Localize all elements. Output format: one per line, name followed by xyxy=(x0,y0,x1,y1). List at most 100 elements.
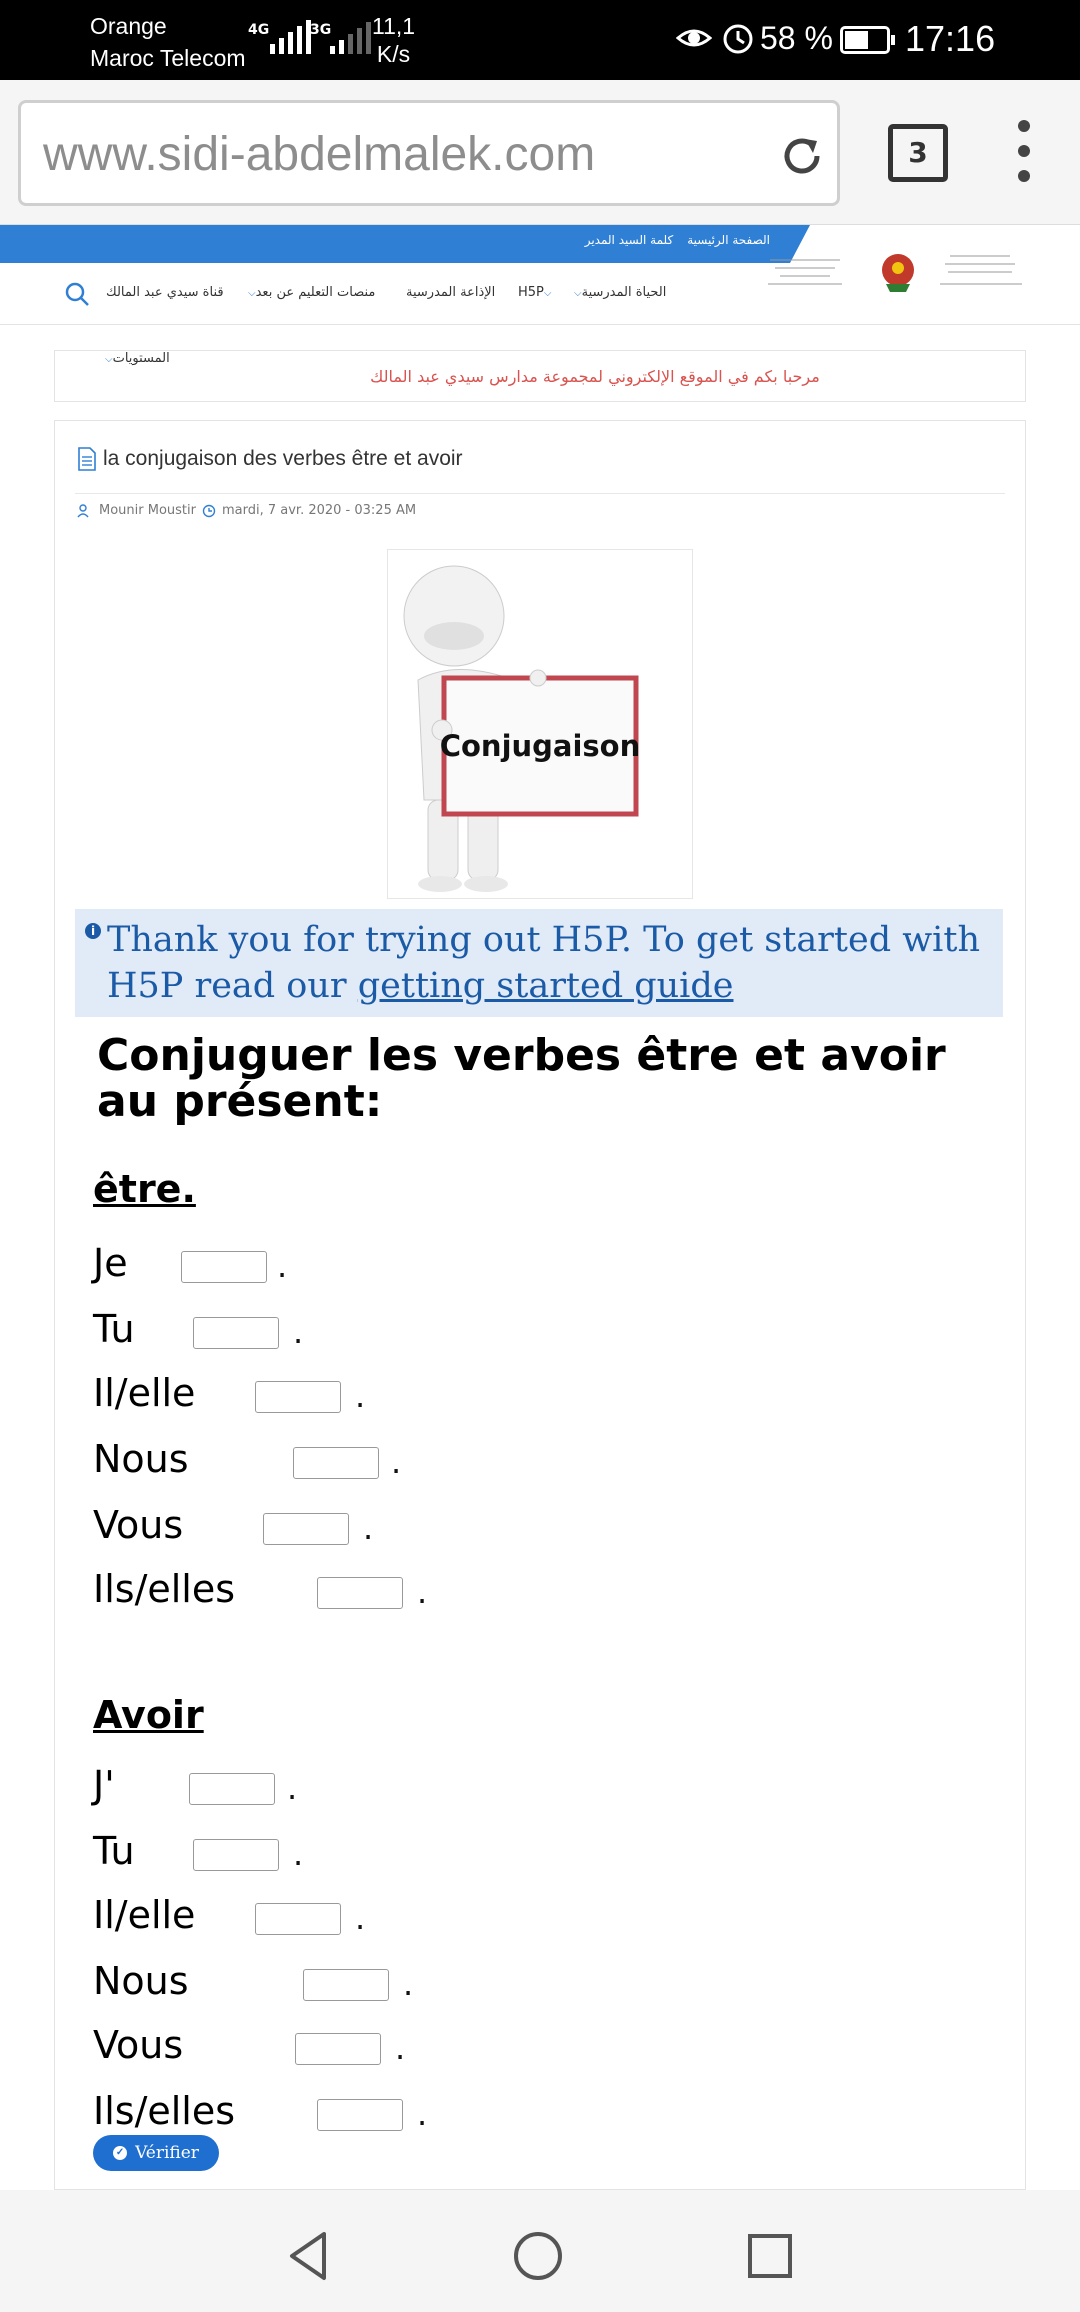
nav-h5p[interactable]: H5P⌵ xyxy=(518,285,551,300)
reload-icon[interactable] xyxy=(777,131,827,181)
verb-input-field[interactable] xyxy=(293,1447,379,1479)
verb-input-field[interactable] xyxy=(255,1381,341,1413)
main-navigation: ⌵الحياة المدرسية H5P⌵ الإذاعة المدرسية ⌵… xyxy=(0,265,1080,325)
verb-input-field[interactable] xyxy=(263,1513,349,1545)
home-icon[interactable] xyxy=(512,2230,564,2282)
battery-percent: 58 % xyxy=(760,20,833,56)
verb-input-field[interactable] xyxy=(317,1577,403,1609)
carrier-line2: Maroc Telecom xyxy=(90,45,246,71)
verb-input-field[interactable] xyxy=(255,1903,341,1935)
network-speed: 11,1 K/s xyxy=(372,12,415,68)
pronoun-label: Ils/elles xyxy=(93,2089,236,2133)
nav-channel[interactable]: قناة سيدي عبد المالك xyxy=(106,285,224,300)
url-text[interactable]: www.sidi-abdelmalek.com xyxy=(43,127,595,182)
nav-radio[interactable]: الإذاعة المدرسية xyxy=(406,285,495,300)
sentence-period: . xyxy=(287,1769,298,1807)
pronoun-label: Nous xyxy=(93,1437,189,1481)
exercise-title: Conjuguer les verbes être et avoir au pr… xyxy=(97,1030,946,1127)
pronoun-label: J' xyxy=(93,1763,115,1807)
check-icon: ✓ xyxy=(113,2146,128,2160)
sentence-period: . xyxy=(395,2029,406,2067)
pronoun-label: Vous xyxy=(93,1503,184,1547)
verify-button[interactable]: ✓ Vérifier xyxy=(93,2135,219,2171)
top-link-director[interactable]: كلمة السيد المدير xyxy=(585,233,674,247)
verb-input-field[interactable] xyxy=(295,2033,381,2065)
pronoun-label: Il/elle xyxy=(93,1893,196,1937)
verb-input-field[interactable] xyxy=(193,1839,279,1871)
signal-3g-label: 3G xyxy=(310,22,332,38)
eye-icon xyxy=(675,20,713,65)
carrier-line1: Orange xyxy=(90,13,167,39)
verb-input-field[interactable] xyxy=(317,2099,403,2131)
clock: 17:16 xyxy=(905,18,996,59)
status-bar: Orange Maroc Telecom 4G 3G 11,1 K/s 58 %… xyxy=(0,0,1080,80)
nav-school-life[interactable]: ⌵الحياة المدرسية xyxy=(574,285,666,300)
nav-h5p-label: H5P xyxy=(518,285,544,300)
verb-input-field[interactable] xyxy=(181,1251,267,1283)
verb-input-field[interactable] xyxy=(189,1773,275,1805)
sentence-period: . xyxy=(363,1509,374,1547)
battery-icon xyxy=(840,26,895,54)
nav-remote-label: منصات التعليم عن بعد xyxy=(255,285,376,300)
tab-switcher-button[interactable]: 3 xyxy=(888,124,948,182)
info-icon: i xyxy=(85,923,101,939)
getting-started-link[interactable]: getting started guide xyxy=(358,966,734,1006)
pronoun-label: Je xyxy=(93,1241,128,1285)
sentence-period: . xyxy=(277,1247,288,1285)
pronoun-label: Il/elle xyxy=(93,1371,196,1415)
clock-icon xyxy=(202,504,216,517)
h5p-exercise: Conjuguer les verbes être et avoir au pr… xyxy=(75,1017,1003,2177)
carrier-name: Orange Maroc Telecom xyxy=(90,10,246,74)
notice-text: Thank you for trying out H5P. To get sta… xyxy=(107,917,1003,1009)
conjugaison-sign-text: Conjugaison xyxy=(440,729,641,763)
nav-levels[interactable]: ⌵المستويات xyxy=(105,351,170,366)
article-date: mardi, 7 avr. 2020 - 03:25 AM xyxy=(221,503,417,518)
speed-unit: K/s xyxy=(376,41,411,67)
alarm-icon xyxy=(720,20,756,65)
nav-remote-learning[interactable]: ⌵منصات التعليم عن بعد xyxy=(248,285,375,300)
verb-input-field[interactable] xyxy=(303,1969,389,2001)
sentence-period: . xyxy=(355,1899,366,1937)
article-title[interactable]: la conjugaison des verbes être et avoir xyxy=(103,447,463,471)
section-etre-title: être. xyxy=(93,1167,196,1211)
welcome-message: مرحبا بكم في الموقع الإلكتروني لمجموعة م… xyxy=(370,367,820,386)
h5p-notice: i Thank you for trying out H5P. To get s… xyxy=(75,909,1003,1017)
pronoun-label: Ils/elles xyxy=(93,1567,236,1611)
nav-school-life-label: الحياة المدرسية xyxy=(581,285,667,300)
pronoun-label: Nous xyxy=(93,1959,189,2003)
verify-button-label: Vérifier xyxy=(135,2143,199,2163)
sentence-period: . xyxy=(355,1377,366,1415)
back-icon[interactable] xyxy=(286,2230,330,2282)
browser-toolbar: www.sidi-abdelmalek.com 3 xyxy=(0,80,1080,225)
sentence-period: . xyxy=(417,2095,428,2133)
sentence-period: . xyxy=(293,1313,304,1351)
pronoun-label: Tu xyxy=(93,1307,135,1351)
overflow-menu-icon[interactable] xyxy=(1014,120,1034,190)
sentence-period: . xyxy=(293,1835,304,1873)
url-bar[interactable]: www.sidi-abdelmalek.com xyxy=(18,100,840,206)
verb-input-field[interactable] xyxy=(193,1317,279,1349)
pronoun-label: Vous xyxy=(93,2023,184,2067)
welcome-banner: ⌵المستويات مرحبا بكم في الموقع الإلكترون… xyxy=(54,350,1026,402)
article-title-row: la conjugaison des verbes être et avoir xyxy=(77,447,463,471)
document-icon xyxy=(78,447,96,471)
article-author[interactable]: Mounir Moustir xyxy=(99,503,196,518)
sentence-period: . xyxy=(403,1965,414,2003)
conjugaison-image: Conjugaison xyxy=(387,549,693,899)
user-icon xyxy=(77,503,89,517)
speed-value: 11,1 xyxy=(372,13,416,39)
top-link-home[interactable]: الصفحة الرئيسية xyxy=(687,233,770,247)
signal-bars-icon xyxy=(330,18,371,54)
sentence-period: . xyxy=(391,1443,402,1481)
article-meta: Mounir Moustir mardi, 7 avr. 2020 - 03:2… xyxy=(77,503,416,518)
site-top-links: الصفحة الرئيسية كلمة السيد المدير xyxy=(585,233,770,247)
signal-4g-label: 4G xyxy=(248,22,270,38)
signal-bars-icon xyxy=(270,18,311,54)
recents-icon[interactable] xyxy=(746,2232,794,2280)
nav-levels-label: المستويات xyxy=(112,351,170,366)
section-avoir-title: Avoir xyxy=(93,1693,204,1737)
pronoun-label: Tu xyxy=(93,1829,135,1873)
article-card: la conjugaison des verbes être et avoir … xyxy=(54,420,1026,2190)
search-icon[interactable] xyxy=(64,281,90,307)
system-nav-bar xyxy=(0,2190,1080,2312)
